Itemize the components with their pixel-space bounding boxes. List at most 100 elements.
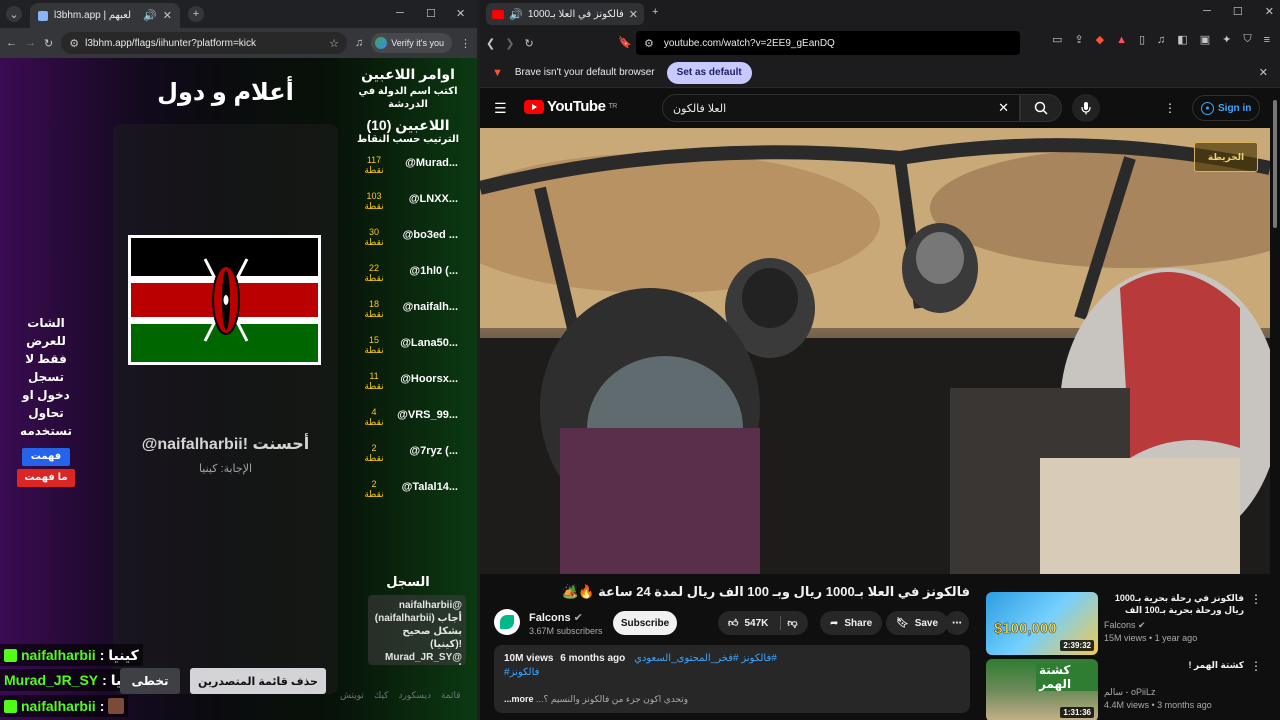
more-options-icon[interactable]: ⋮: [1250, 659, 1262, 673]
hamburger-menu-icon[interactable]: ☰: [494, 100, 507, 117]
vpn-icon[interactable]: ⛉: [1243, 33, 1251, 46]
footer-link[interactable]: كيك: [374, 690, 389, 701]
maximize-icon[interactable]: ☐: [1233, 5, 1243, 18]
tab-close-icon[interactable]: ✕: [163, 9, 172, 22]
clear-search-icon[interactable]: ✕: [998, 100, 1009, 116]
brave-rewards-icon[interactable]: ▲: [1116, 33, 1127, 46]
minimize-icon[interactable]: ─: [396, 7, 404, 19]
tab-search-icon[interactable]: ⌄: [6, 6, 22, 22]
video-thumbnail[interactable]: كشتة الهمر 1:31:36: [986, 659, 1098, 720]
list-item: 18 نقطة @naifalh...: [364, 299, 458, 319]
kick-badge-icon: [4, 648, 17, 662]
youtube-logo[interactable]: YouTube TR: [524, 98, 617, 115]
search-button[interactable]: [1020, 94, 1062, 122]
subscribe-button[interactable]: Subscribe: [613, 611, 677, 635]
forward-icon[interactable]: →: [25, 37, 36, 49]
verify-button[interactable]: Verify it's you: [371, 33, 452, 53]
chat-warning: الشات للعرض فقط لا تسجل دخول او تحاول تس…: [10, 314, 82, 487]
shield-spears-icon: [203, 258, 249, 342]
recommended-video[interactable]: $100,000 2:39:32 فالكونز في رحلة بحرية ب…: [986, 592, 1270, 658]
audio-icon[interactable]: 🔊: [143, 9, 157, 22]
cast-icon[interactable]: ▭: [1052, 33, 1062, 46]
audio-icon[interactable]: 🔊: [509, 8, 523, 21]
left-address-bar[interactable]: ⚙ l3bhm.app/flags/iihunter?platform=kick…: [61, 32, 347, 54]
site-info-icon[interactable]: ⚙: [644, 37, 654, 50]
more-actions-button[interactable]: ⋯: [945, 611, 969, 635]
tab-close-icon[interactable]: ✕: [629, 8, 638, 21]
share-icon[interactable]: ⇪: [1074, 33, 1083, 46]
forward-icon[interactable]: ❯: [505, 37, 514, 50]
right-active-tab[interactable]: 🔊 فالكونز في العلا بـ1000 ريال وبـ ✕: [486, 3, 644, 25]
scrollbar-thumb[interactable]: [1273, 100, 1277, 228]
verify-label: Verify it's you: [391, 38, 444, 48]
new-tab-icon[interactable]: +: [188, 6, 204, 22]
thumbs-down-icon[interactable]: 👎︎: [787, 617, 797, 629]
footer-link[interactable]: قائمة: [441, 690, 461, 701]
menu-icon[interactable]: ≡: [1264, 33, 1270, 46]
close-window-icon[interactable]: ✕: [456, 7, 465, 20]
log-title: السجل: [386, 574, 430, 589]
list-item: 103 نقطة @LNXX...: [364, 191, 458, 211]
wallet-icon[interactable]: ▣: [1200, 33, 1210, 46]
kenya-flag: [128, 235, 321, 365]
new-tab-icon[interactable]: +: [652, 6, 658, 18]
brave-lion-icon: ▼: [492, 66, 503, 79]
save-button[interactable]: 🔖︎ Save: [886, 611, 949, 635]
voice-search-button[interactable]: [1072, 94, 1100, 122]
video-player[interactable]: الخريطة: [480, 128, 1270, 574]
channel-name[interactable]: Falcons ✔: [529, 611, 583, 624]
video-description[interactable]: 10M views 6 months ago #فالكونز #فخر_الم…: [494, 645, 970, 713]
list-item: 4 نقطة @VRS_99...: [364, 407, 458, 427]
recommended-title: فالكونز في رحلة بحرية بـ1000 ريال ورحلة …: [1114, 593, 1244, 615]
microphone-icon: [1081, 102, 1091, 115]
set-default-button[interactable]: Set as default: [666, 61, 752, 84]
infobar-close-icon[interactable]: ✕: [1259, 66, 1268, 79]
reload-icon[interactable]: ↻: [524, 37, 533, 50]
back-icon[interactable]: ❮: [486, 37, 495, 50]
skip-button[interactable]: تخطى: [120, 668, 180, 694]
maximize-icon[interactable]: ☐: [426, 7, 436, 20]
not-understood-button[interactable]: ما فهمت: [17, 469, 75, 487]
leo-ai-icon[interactable]: ✦: [1222, 33, 1231, 46]
recommended-video[interactable]: كشتة الهمر 1:31:36 كشتة الهمر ! سالم - o…: [986, 659, 1270, 720]
split-view-icon[interactable]: ◧: [1177, 33, 1187, 46]
bookmark-icon[interactable]: 🔖: [618, 36, 632, 49]
video-thumbnail[interactable]: $100,000 2:39:32: [986, 592, 1098, 655]
search-input[interactable]: العلا فالكون ✕: [662, 94, 1020, 122]
back-icon[interactable]: ←: [6, 37, 17, 49]
channel-avatar[interactable]: [494, 609, 520, 635]
chat-message: naifalharbii : كينيا: [0, 644, 143, 666]
left-active-tab[interactable]: l3bhm.app | لعبهم 🔊 ✕: [30, 3, 180, 28]
upload-age: 6 months ago: [560, 653, 626, 664]
close-window-icon[interactable]: ✕: [1265, 5, 1274, 18]
more-options-icon[interactable]: ⋮: [1250, 592, 1262, 606]
left-toolbar: ← → ↻ ⚙ l3bhm.app/flags/iihunter?platfor…: [0, 28, 477, 58]
view-count: 10M views: [504, 653, 554, 664]
footer-link[interactable]: ديسكورد: [398, 690, 431, 701]
site-info-icon[interactable]: ⚙: [69, 37, 79, 50]
desktop: ⌄ l3bhm.app | لعبهم 🔊 ✕ + ─ ☐ ✕ ← → ↻ ⚙ …: [0, 0, 1280, 720]
description-tags[interactable]: #فالكونز #فخر_المحتوى_السعودي: [634, 653, 777, 664]
minimize-icon[interactable]: ─: [1203, 5, 1211, 18]
sidebar-icon[interactable]: ▯: [1139, 33, 1145, 46]
list-item: 2 نقطة @7ryz (...: [364, 443, 458, 463]
description-more[interactable]: ...more ...وتحدي اكون جزء من فالكونز وال…: [504, 694, 688, 705]
menu-kebab-icon[interactable]: ⋮: [460, 37, 471, 50]
more-options-icon[interactable]: ⋮: [1164, 101, 1176, 115]
footer-link[interactable]: تويتش: [340, 690, 364, 701]
like-button[interactable]: 👍︎ 547K 👎︎: [718, 611, 808, 635]
video-title: فالكونز في العلا بـ1000 ريال وبـ 100 الف…: [562, 584, 970, 599]
reload-icon[interactable]: ↻: [44, 37, 53, 50]
delete-leaderboard-button[interactable]: حذف قائمة المتصدرين: [190, 668, 326, 694]
recommended-title: كشتة الهمر !: [1188, 660, 1244, 670]
brave-shield-icon[interactable]: ◆: [1096, 33, 1104, 46]
share-button[interactable]: ➦ Share: [820, 611, 883, 635]
description-tag[interactable]: #فالكونز: [504, 667, 960, 678]
sign-in-button[interactable]: ● Sign in: [1192, 95, 1261, 121]
media-icon[interactable]: ♫: [355, 37, 363, 49]
bookmark-star-icon[interactable]: ☆: [329, 37, 339, 50]
right-address-bar[interactable]: ⚙ youtube.com/watch?v=2EE9_gEanDQ: [636, 31, 1020, 55]
page-scrollbar[interactable]: [1270, 88, 1280, 720]
media-icon[interactable]: ♫: [1157, 33, 1165, 46]
understood-button[interactable]: فهمت: [22, 448, 70, 466]
